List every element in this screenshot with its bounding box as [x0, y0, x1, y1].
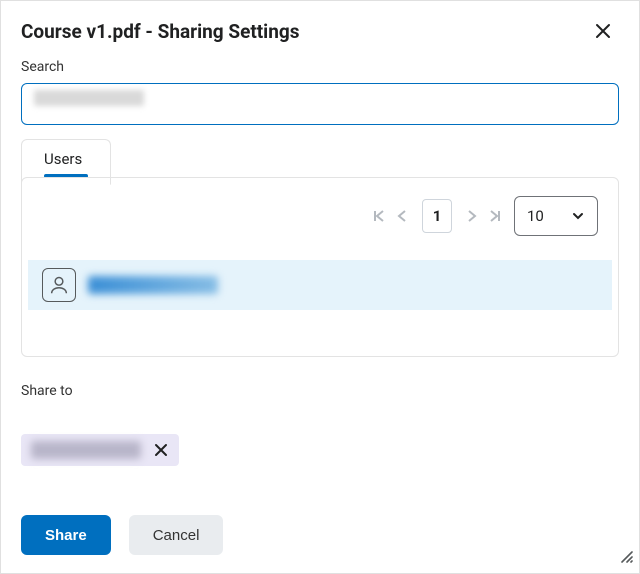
resize-icon [619, 549, 633, 563]
users-panel: 1 10 [21, 177, 619, 357]
page-number-input[interactable]: 1 [422, 199, 452, 233]
user-row[interactable] [28, 260, 612, 310]
avatar [42, 268, 76, 302]
first-page-button[interactable] [372, 209, 386, 223]
page-size-select[interactable]: 10 [514, 196, 598, 236]
tab-container: Users 1 [21, 177, 619, 357]
share-chip-name [31, 441, 141, 459]
pagination-nav: 1 [372, 199, 502, 233]
next-page-button[interactable] [466, 209, 478, 223]
sharing-settings-dialog: Course v1.pdf - Sharing Settings Search … [0, 0, 640, 574]
search-label: Search [21, 59, 619, 75]
search-section: Search [21, 59, 619, 125]
chevron-left-icon [396, 209, 408, 223]
last-page-icon [488, 209, 502, 223]
chevron-right-icon [466, 209, 478, 223]
share-to-section: Share to [21, 383, 619, 466]
share-chip [21, 434, 179, 466]
user-icon [48, 274, 70, 296]
search-input-value [34, 90, 144, 106]
prev-page-button[interactable] [396, 209, 408, 223]
user-name [88, 276, 218, 294]
page-number: 1 [433, 207, 442, 225]
pagination: 1 10 [22, 178, 618, 254]
search-input[interactable] [21, 83, 619, 125]
dialog-title: Course v1.pdf - Sharing Settings [21, 20, 299, 43]
close-button[interactable] [591, 19, 615, 43]
share-to-label: Share to [21, 383, 619, 399]
cancel-button[interactable]: Cancel [129, 515, 224, 555]
chevron-down-icon [571, 209, 585, 223]
dialog-header: Course v1.pdf - Sharing Settings [1, 1, 639, 51]
page-size-value: 10 [527, 207, 544, 225]
tab-label: Users [44, 150, 82, 168]
close-icon [595, 23, 611, 39]
dialog-footer: Share Cancel [1, 501, 639, 573]
share-button[interactable]: Share [21, 515, 111, 555]
resize-handle[interactable] [619, 548, 633, 567]
close-icon [154, 443, 168, 457]
remove-chip-button[interactable] [149, 438, 173, 462]
dialog-body: Search Users [1, 53, 639, 503]
first-page-icon [372, 209, 386, 223]
last-page-button[interactable] [488, 209, 502, 223]
